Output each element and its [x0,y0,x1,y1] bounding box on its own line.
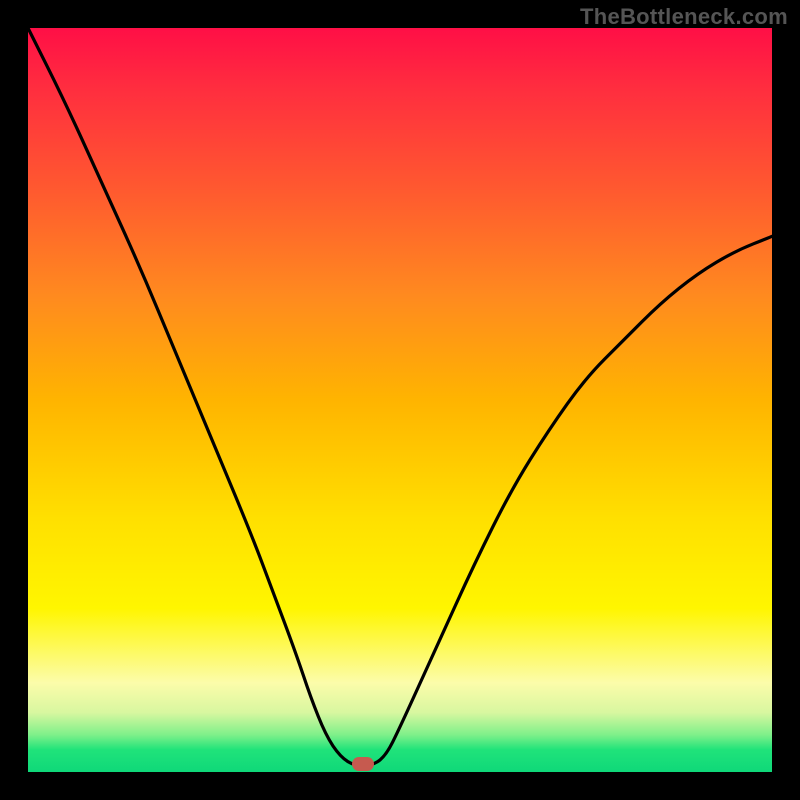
optimal-point-marker [352,757,374,771]
bottleneck-curve [28,28,772,772]
watermark-text: TheBottleneck.com [580,4,788,30]
chart-frame: TheBottleneck.com [0,0,800,800]
plot-area [28,28,772,772]
